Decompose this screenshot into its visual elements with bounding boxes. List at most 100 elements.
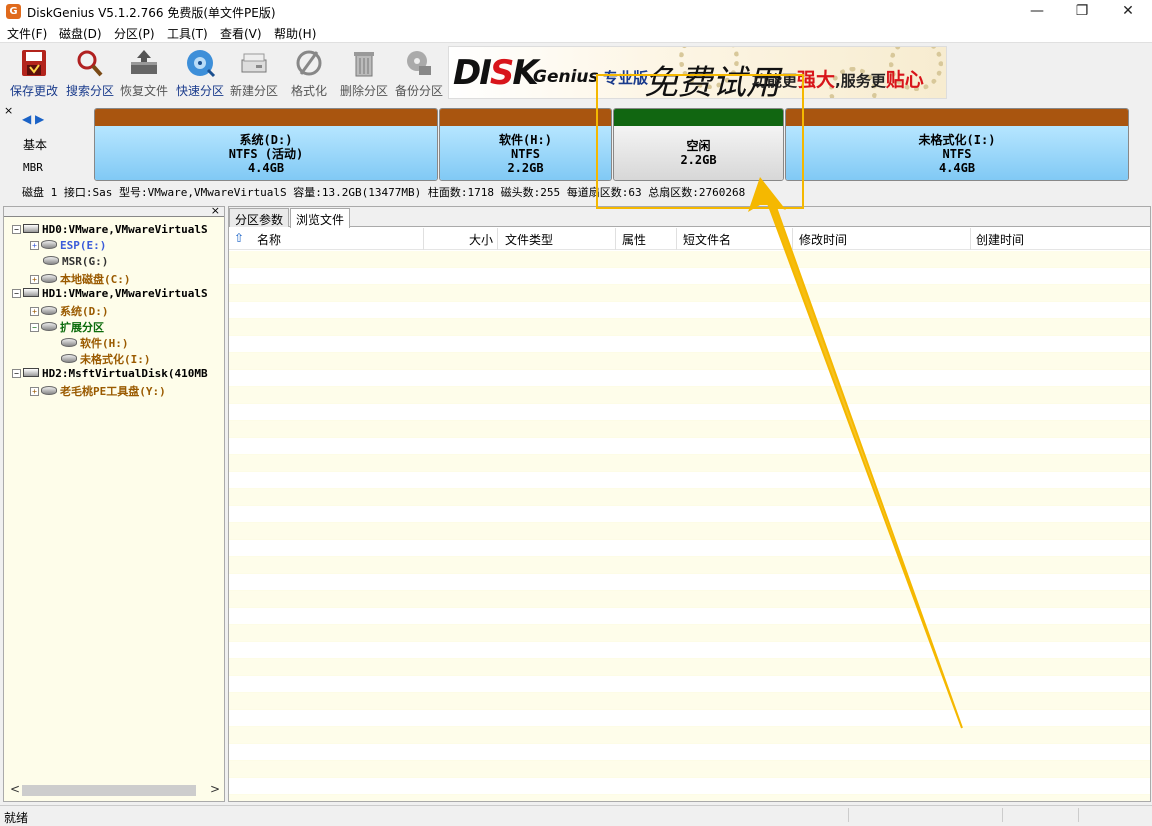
partition-fs: NTFS — [942, 147, 972, 161]
column-size[interactable]: 大小 — [469, 231, 493, 248]
format-button[interactable]: 格式化 — [281, 48, 337, 100]
column-separator — [497, 228, 498, 250]
recover-files-button[interactable]: 恢复文件 — [116, 48, 172, 100]
status-separator — [848, 808, 849, 822]
new-partition-icon — [241, 53, 267, 73]
collapse-icon[interactable]: − — [12, 289, 21, 298]
search-partition-icon — [77, 50, 103, 77]
tree-item-label: MSR(G:) — [62, 255, 109, 268]
tree-item-label: HD0:VMware,VMwareVirtualS — [42, 223, 208, 236]
minimize-button[interactable]: — — [1014, 0, 1060, 23]
partition-name: 系统(D:) — [239, 133, 293, 147]
partition-size: 4.4GB — [247, 161, 285, 175]
partition-fs: NTFS — [511, 147, 540, 161]
partition-scheme-label: MBR — [23, 161, 43, 174]
column-modified-time[interactable]: 修改时间 — [799, 231, 847, 248]
hard-disk-icon — [23, 368, 39, 377]
title-bar: G DiskGenius V5.1.2.766 免费版(单文件PE版) — ❐ … — [0, 0, 1152, 23]
partition-size: 2.2GB — [507, 161, 544, 175]
column-created-time[interactable]: 创建时间 — [976, 231, 1024, 248]
tree-item[interactable]: − HD2:MsftVirtualDisk(410MB — [12, 367, 208, 383]
column-separator — [615, 228, 616, 250]
close-button[interactable]: ✕ — [1105, 0, 1151, 23]
partition-block-system-d[interactable]: 系统(D:) NTFS (活动) 4.4GB — [94, 108, 438, 181]
menu-partition[interactable]: 分区(P) — [114, 25, 155, 42]
disk-nav-arrows-icon[interactable]: ◀ ▶ — [22, 112, 44, 126]
status-separator — [1002, 808, 1003, 822]
annotation-highlight-box — [596, 74, 804, 209]
partition-fs: NTFS (活动) — [228, 147, 304, 161]
collapse-icon[interactable]: − — [30, 323, 39, 332]
tree-item[interactable]: − HD0:VMware,VMwareVirtualS — [12, 223, 208, 239]
tree-item[interactable]: + 本地磁盘(C:) — [30, 271, 131, 287]
tree-item[interactable]: MSR(G:) — [30, 255, 108, 271]
tree-item-label: 系统(D:) — [60, 305, 109, 318]
file-browser-panel: 分区参数 浏览文件 ⇧ 名称 大小 文件类型 属性 短文件名 修改时间 创建时间 — [228, 206, 1151, 802]
partition-color-strip — [95, 109, 437, 126]
menu-tools[interactable]: 工具(T) — [167, 25, 208, 42]
expand-icon[interactable]: + — [30, 241, 39, 250]
backup-partition-button[interactable]: 备份分区 — [391, 48, 447, 100]
collapse-icon[interactable]: − — [12, 225, 21, 234]
tree-item[interactable]: + ESP(E:) — [30, 239, 106, 255]
partition-icon — [41, 386, 57, 395]
diskgenius-app-icon: G — [6, 4, 21, 19]
scroll-left-icon[interactable]: < — [10, 782, 20, 796]
partition-block-software-h[interactable]: 软件(H:) NTFS 2.2GB — [439, 108, 612, 181]
disk-map-bar: × ◀ ▶ 基本 MBR 系统(D:) NTFS (活动) 4.4GB 软件(H… — [0, 104, 1152, 200]
tree-close-icon[interactable]: × — [211, 204, 220, 217]
partition-icon — [41, 306, 57, 315]
menu-file[interactable]: 文件(F) — [7, 25, 47, 42]
partition-size: 4.4GB — [938, 161, 976, 175]
tree-item[interactable]: − 扩展分区 — [30, 319, 104, 335]
new-partition-button[interactable]: 新建分区 — [226, 48, 282, 100]
tree-item-label: HD2:MsftVirtualDisk(410MB — [42, 367, 208, 380]
status-text: 就绪 — [4, 811, 29, 825]
scroll-thumb[interactable] — [22, 785, 196, 796]
partition-color-strip — [440, 109, 611, 126]
collapse-icon[interactable]: − — [12, 369, 21, 378]
tree-item-label: 本地磁盘(C:) — [60, 273, 131, 286]
tree-item-label: 老毛桃PE工具盘(Y:) — [60, 385, 166, 398]
tab-browse-files[interactable]: 浏览文件 — [290, 208, 351, 228]
expand-icon[interactable]: + — [30, 387, 39, 396]
expand-icon[interactable]: + — [30, 307, 39, 316]
tree-item-label: 未格式化(I:) — [80, 353, 151, 366]
save-changes-button[interactable]: 保存更改 — [6, 48, 62, 100]
tree-item-label: HD1:VMware,VMwareVirtualS — [42, 287, 208, 300]
scroll-right-icon[interactable]: > — [210, 782, 220, 796]
sort-up-icon[interactable]: ⇧ — [234, 231, 244, 245]
quick-partition-icon — [187, 50, 216, 78]
partition-icon — [43, 256, 59, 265]
diskbar-close-icon[interactable]: × — [4, 104, 13, 117]
tree-item[interactable]: + 系统(D:) — [30, 303, 109, 319]
quick-partition-button[interactable]: 快速分区 — [172, 48, 228, 100]
expand-icon[interactable]: + — [30, 275, 39, 284]
logo-genius-text: Genius — [533, 67, 599, 87]
format-icon — [296, 50, 322, 76]
file-list-header: ⇧ 名称 大小 文件类型 属性 短文件名 修改时间 创建时间 — [229, 228, 1150, 250]
tree-item[interactable]: 软件(H:) — [48, 335, 129, 351]
menu-disk[interactable]: 磁盘(D) — [59, 25, 102, 42]
column-separator — [676, 228, 677, 250]
search-partition-button[interactable]: 搜索分区 — [62, 48, 118, 100]
partition-block-unformatted-i[interactable]: 未格式化(I:) NTFS 4.4GB — [785, 108, 1129, 181]
column-attribute[interactable]: 属性 — [622, 231, 646, 248]
tree-item[interactable]: 未格式化(I:) — [48, 351, 151, 367]
menu-view[interactable]: 查看(V) — [220, 25, 262, 42]
tree-item[interactable]: − HD1:VMware,VMwareVirtualS — [12, 287, 208, 303]
file-list-empty[interactable] — [229, 251, 1150, 801]
tree-horizontal-scrollbar[interactable]: < > — [8, 782, 220, 797]
menu-help[interactable]: 帮助(H) — [274, 25, 316, 42]
partition-icon — [41, 240, 57, 249]
column-separator — [792, 228, 793, 250]
tab-partition-params[interactable]: 分区参数 — [229, 208, 290, 227]
column-name[interactable]: 名称 — [257, 231, 281, 248]
maximize-button[interactable]: ❐ — [1059, 0, 1105, 23]
partition-name: 未格式化(I:) — [918, 133, 996, 147]
column-short-name[interactable]: 短文件名 — [683, 231, 731, 248]
tree-item[interactable]: + 老毛桃PE工具盘(Y:) — [30, 383, 166, 399]
column-file-type[interactable]: 文件类型 — [505, 231, 553, 248]
delete-partition-button[interactable]: 删除分区 — [336, 48, 392, 100]
partition-color-strip — [786, 109, 1128, 126]
